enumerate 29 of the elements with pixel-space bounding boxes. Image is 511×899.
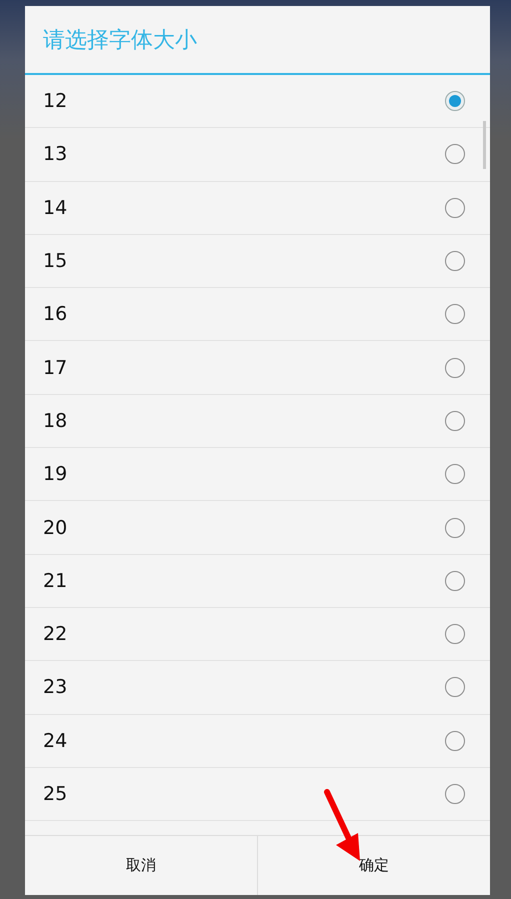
radio-button[interactable]	[445, 144, 465, 164]
radio-button[interactable]	[445, 730, 465, 751]
font-size-option[interactable]: 19	[25, 448, 490, 502]
font-size-option[interactable]: 24	[25, 714, 490, 768]
scrollbar	[483, 121, 486, 169]
font-size-option[interactable]: 18	[25, 394, 490, 448]
dialog-title: 请选择字体大小	[25, 6, 490, 75]
font-size-option[interactable]: 20	[25, 501, 490, 555]
radio-button[interactable]	[445, 570, 465, 591]
font-size-option[interactable]: 17	[25, 341, 490, 395]
radio-button[interactable]	[445, 677, 465, 698]
radio-button[interactable]	[445, 198, 465, 218]
font-size-option[interactable]: 16	[25, 288, 490, 342]
radio-button[interactable]	[445, 464, 465, 484]
radio-button[interactable]	[445, 784, 465, 804]
radio-button[interactable]	[445, 304, 465, 324]
radio-button[interactable]	[445, 518, 465, 538]
font-size-option[interactable]: 25	[25, 768, 490, 822]
radio-button[interactable]	[445, 91, 465, 112]
font-size-option[interactable]: 12	[25, 75, 490, 128]
font-size-option[interactable]: 23	[25, 661, 490, 715]
font-size-option[interactable]: 15	[25, 234, 490, 288]
radio-button[interactable]	[445, 624, 465, 644]
font-size-option[interactable]: 22	[25, 608, 490, 662]
font-size-option[interactable]: 14	[25, 182, 490, 235]
radio-button[interactable]	[445, 251, 465, 272]
font-size-option[interactable]: 21	[25, 554, 490, 608]
radio-button[interactable]	[445, 358, 465, 378]
radio-button[interactable]	[445, 410, 465, 431]
